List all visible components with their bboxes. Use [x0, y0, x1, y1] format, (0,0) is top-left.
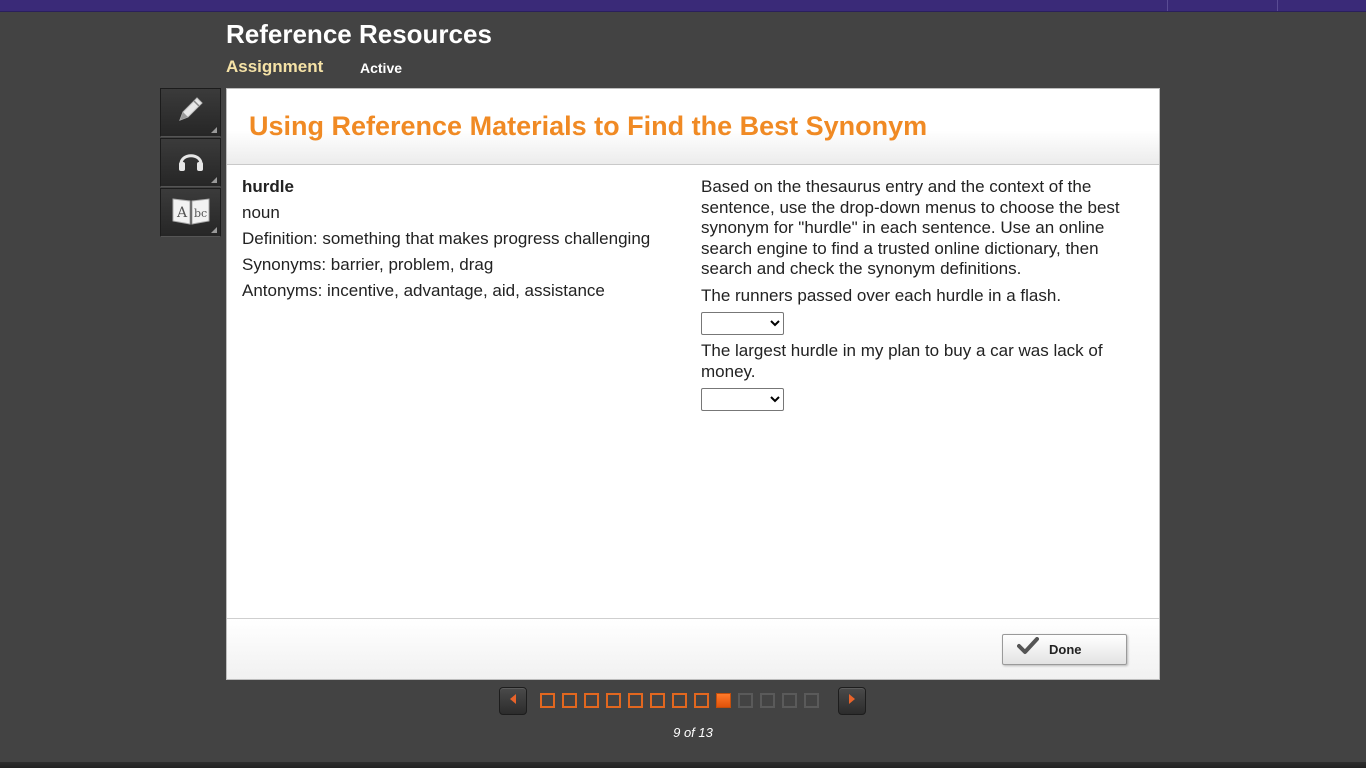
page-square-current[interactable]	[716, 693, 731, 708]
page-square[interactable]	[650, 693, 665, 708]
activity-header: Using Reference Materials to Find the Be…	[227, 89, 1159, 165]
question-area: Based on the thesaurus entry and the con…	[701, 177, 1141, 417]
entry-synonyms: Synonyms: barrier, problem, drag	[242, 255, 494, 274]
highlighter-tool-button[interactable]	[160, 88, 221, 137]
page-square[interactable]	[606, 693, 621, 708]
activity-title: Using Reference Materials to Find the Be…	[249, 111, 928, 141]
checkmark-icon	[1017, 637, 1039, 660]
page-square[interactable]	[562, 693, 577, 708]
page-square[interactable]	[672, 693, 687, 708]
activity-panel: Using Reference Materials to Find the Be…	[226, 88, 1160, 680]
page-squares	[540, 693, 826, 708]
page-square[interactable]	[540, 693, 555, 708]
entry-word: hurdle	[242, 177, 294, 196]
done-button-label: Done	[1049, 642, 1082, 657]
entry-definition: Definition: something that makes progres…	[242, 229, 651, 248]
page-square[interactable]	[738, 693, 753, 708]
tool-menu-indicator	[211, 177, 217, 183]
top-bar-divider	[1277, 0, 1278, 11]
bottom-bar	[0, 762, 1366, 768]
entry-part-of-speech: noun	[242, 203, 280, 222]
synonym-dropdown-1[interactable]	[701, 312, 784, 335]
next-page-button[interactable]	[838, 686, 866, 715]
pencil-icon	[174, 93, 208, 132]
page-square[interactable]	[804, 693, 819, 708]
dictionary-icon: A bc	[170, 193, 212, 232]
svg-text:A: A	[176, 205, 188, 221]
page-square[interactable]	[694, 693, 709, 708]
arrow-right-icon	[847, 692, 857, 710]
headphones-icon	[174, 143, 208, 182]
thesaurus-entry: hurdle noun Definition: something that m…	[242, 177, 682, 307]
page-square[interactable]	[628, 693, 643, 708]
tool-menu-indicator	[211, 127, 217, 133]
page-navigator	[499, 686, 866, 715]
done-button[interactable]: Done	[1002, 634, 1127, 665]
page-square[interactable]	[782, 693, 797, 708]
assignment-tab[interactable]: Assignment	[226, 57, 323, 77]
top-bar-divider	[1167, 0, 1168, 11]
app-title: Reference Resources	[226, 19, 492, 49]
synonym-dropdown-2[interactable]	[701, 388, 784, 411]
top-bar	[0, 0, 1366, 12]
question-sentence-1: The runners passed over each hurdle in a…	[701, 285, 1062, 305]
arrow-left-icon	[508, 692, 518, 710]
tools-toolbar: A bc	[160, 88, 221, 238]
svg-text:bc: bc	[194, 207, 207, 220]
page-square[interactable]	[760, 693, 775, 708]
entry-antonyms: Antonyms: incentive, advantage, aid, ass…	[242, 281, 605, 300]
status-label: Active	[360, 60, 403, 76]
question-sentence-2: The largest hurdle in my plan to buy a c…	[701, 341, 1103, 381]
page-square[interactable]	[584, 693, 599, 708]
audio-tool-button[interactable]	[160, 138, 221, 187]
previous-page-button[interactable]	[499, 686, 527, 715]
dictionary-tool-button[interactable]: A bc	[160, 188, 221, 237]
tool-menu-indicator	[211, 227, 217, 233]
page-count: 9 of 13	[673, 725, 713, 740]
activity-footer: Done	[227, 618, 1159, 679]
instructions-text: Based on the thesaurus entry and the con…	[701, 177, 1120, 278]
